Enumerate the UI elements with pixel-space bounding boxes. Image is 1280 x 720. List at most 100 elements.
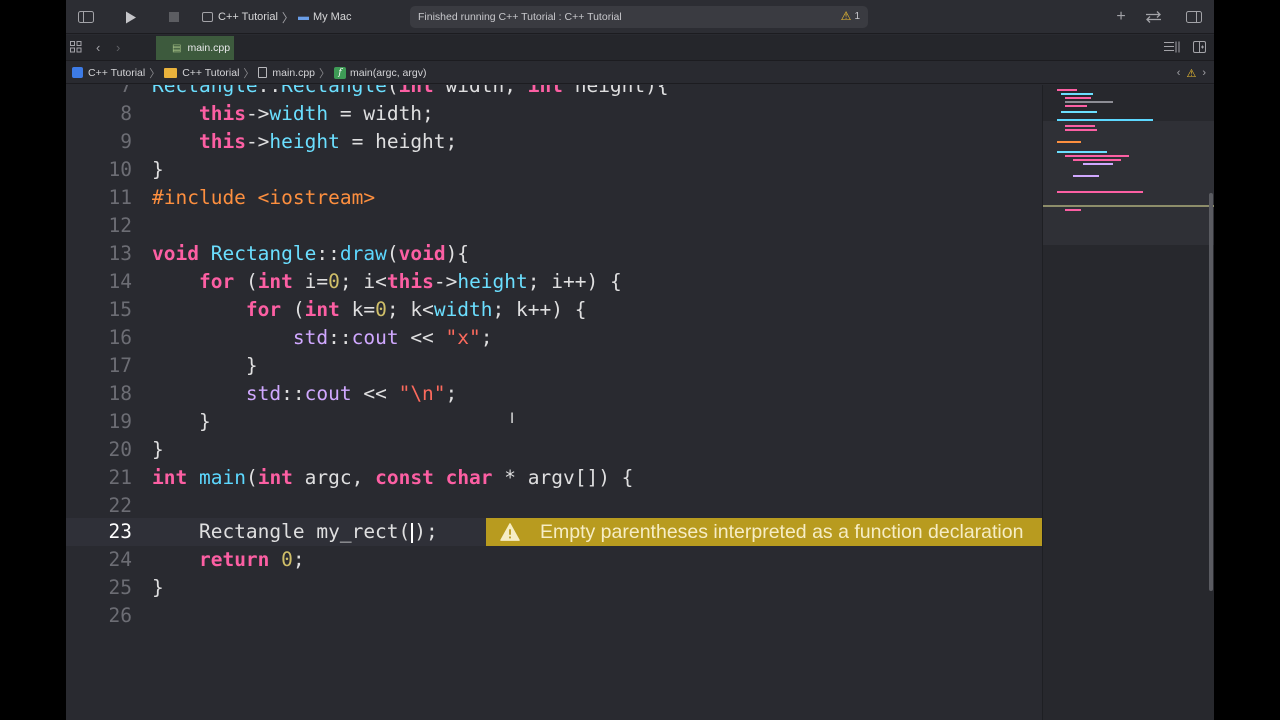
line-number: 24: [108, 548, 132, 571]
code-text: std::cout << "\n";: [245, 382, 458, 405]
line-number: 17: [108, 354, 132, 377]
line-number: 12: [108, 214, 132, 237]
code-text: Rectangle::Rectangle(int width, int heig…: [152, 85, 669, 97]
code-line: 19 }: [66, 408, 1042, 436]
minimap-line: [1057, 119, 1153, 121]
inspector-toggle-icon[interactable]: [1186, 0, 1202, 34]
code-line: 14 for (int i=0; i<this->height; i++) {: [66, 268, 1042, 296]
next-issue-icon[interactable]: ›: [1202, 67, 1206, 79]
vertical-scrollbar[interactable]: [1209, 193, 1213, 591]
minimap-line: [1057, 89, 1077, 91]
tab-bar: ‹ › ▤ main.cpp: [66, 35, 1214, 61]
code-text: void Rectangle::draw(void){: [152, 242, 470, 265]
line-number: 15: [108, 298, 132, 321]
tab-main-cpp[interactable]: ▤ main.cpp: [156, 36, 234, 60]
code-text: for (int i=0; i<this->height; i++) {: [198, 270, 622, 293]
folder-icon: [164, 67, 178, 78]
warning-message: Empty parentheses interpreted as a funct…: [540, 521, 1024, 543]
line-number: 23: [108, 520, 132, 543]
minimap-line: [1065, 101, 1113, 103]
line-number: 26: [108, 604, 132, 627]
scheme-label: C++ Tutorial: [218, 11, 278, 23]
scheme-selector[interactable]: C++ Tutorial 〉 ▬ My Mac: [202, 0, 351, 34]
breadcrumb-folder[interactable]: C++ Tutorial: [164, 67, 239, 79]
minimap-visible-region[interactable]: [1043, 121, 1214, 245]
text-cursor: [411, 522, 414, 543]
breadcrumb-function[interactable]: f main(argc, argv): [334, 66, 427, 79]
inline-warning-banner[interactable]: Empty parentheses interpreted as a funct…: [486, 518, 1042, 546]
line-number: 18: [108, 382, 132, 405]
code-text: }: [152, 410, 211, 433]
destination-label: My Mac: [312, 11, 352, 23]
line-number: 19: [108, 410, 132, 433]
breadcrumb-label: main(argc, argv): [350, 66, 427, 79]
tab-label: main.cpp: [187, 42, 231, 54]
code-line: 24 return 0;: [66, 546, 1042, 574]
line-number: 13: [108, 242, 132, 265]
code-text: return 0;: [198, 548, 305, 571]
line-number: 22: [108, 494, 132, 517]
cpp-file-icon: ▤: [172, 42, 182, 54]
breadcrumb-label: C++ Tutorial: [88, 66, 146, 79]
code-line: 17 }: [66, 352, 1042, 380]
code-line: 20 }: [66, 436, 1042, 464]
code-line: 21 int main(int argc, const char * argv[…: [66, 464, 1042, 492]
mac-icon: ▬: [297, 11, 309, 23]
chevron-right-icon: 〉: [319, 67, 331, 80]
minimap-line: [1057, 141, 1081, 143]
minimap-line: [1057, 191, 1143, 193]
code-line: 16 std::cout << "x";: [66, 324, 1042, 352]
code-text: for (int k=0; k<width; k++) {: [245, 298, 587, 321]
line-number: 11: [108, 186, 132, 209]
minimap-line: [1061, 93, 1093, 95]
breadcrumb-project[interactable]: C++ Tutorial: [72, 67, 145, 79]
warning-icon[interactable]: ⚠: [1186, 67, 1196, 80]
navigator-toggle-icon[interactable]: [78, 0, 94, 34]
status-text: Finished running C++ Tutorial : C++ Tuto…: [418, 11, 622, 23]
code-text: }: [152, 354, 258, 377]
line-number: 25: [108, 576, 132, 599]
function-icon: f: [334, 66, 347, 79]
previous-issue-icon[interactable]: ‹: [1177, 67, 1181, 79]
code-text: std::cout << "x";: [292, 326, 493, 349]
run-icon[interactable]: [124, 0, 138, 34]
code-text: this->width = width;: [198, 102, 434, 125]
code-text: }: [152, 576, 164, 599]
warning-icon: [500, 522, 520, 542]
project-icon: [72, 67, 83, 78]
code-line: 9 this->height = height;: [66, 128, 1042, 156]
minimap-line: [1057, 151, 1107, 153]
source-editor[interactable]: 7 Rectangle::Rectangle(int width, int he…: [66, 85, 1042, 720]
code-review-icon[interactable]: [1144, 0, 1162, 34]
related-items-icon[interactable]: [70, 41, 82, 53]
line-number: 7: [120, 85, 132, 97]
minimap-line: [1065, 155, 1129, 157]
minimap[interactable]: [1042, 85, 1214, 720]
activity-status: Finished running C++ Tutorial : C++ Tuto…: [410, 6, 868, 28]
warning-count-badge[interactable]: ⚠ 1: [841, 9, 860, 23]
code-text: this->height = height;: [198, 130, 458, 153]
minimap-line: [1065, 129, 1097, 131]
forward-icon[interactable]: ›: [116, 40, 120, 55]
line-number: 21: [108, 466, 132, 489]
line-number: 16: [108, 326, 132, 349]
split-editor-icon[interactable]: [1193, 41, 1206, 53]
chevron-right-icon: 〉: [281, 10, 294, 25]
ibeam-cursor-icon: Ι: [510, 411, 515, 427]
stop-icon[interactable]: [168, 0, 180, 34]
warning-icon: ⚠: [840, 9, 852, 23]
add-icon[interactable]: +: [1114, 0, 1128, 34]
jump-bar: C++ Tutorial 〉 C++ Tutorial 〉 main.cpp 〉…: [66, 62, 1214, 84]
minimap-line: [1061, 111, 1097, 113]
minimap-line: [1065, 97, 1091, 99]
code-line: 15 for (int k=0; k<width; k++) {: [66, 296, 1042, 324]
line-number: 20: [108, 438, 132, 461]
issue-navigator: ‹ ⚠ ›: [1177, 62, 1206, 84]
minimap-line: [1073, 175, 1099, 177]
breadcrumb-file[interactable]: main.cpp: [258, 67, 315, 79]
code-line: 18 std::cout << "\n";: [66, 380, 1042, 408]
editor-options-icon[interactable]: [1164, 41, 1180, 53]
code-line: 26: [66, 602, 1042, 630]
back-icon[interactable]: ‹: [96, 40, 100, 55]
minimap-line: [1065, 105, 1087, 107]
